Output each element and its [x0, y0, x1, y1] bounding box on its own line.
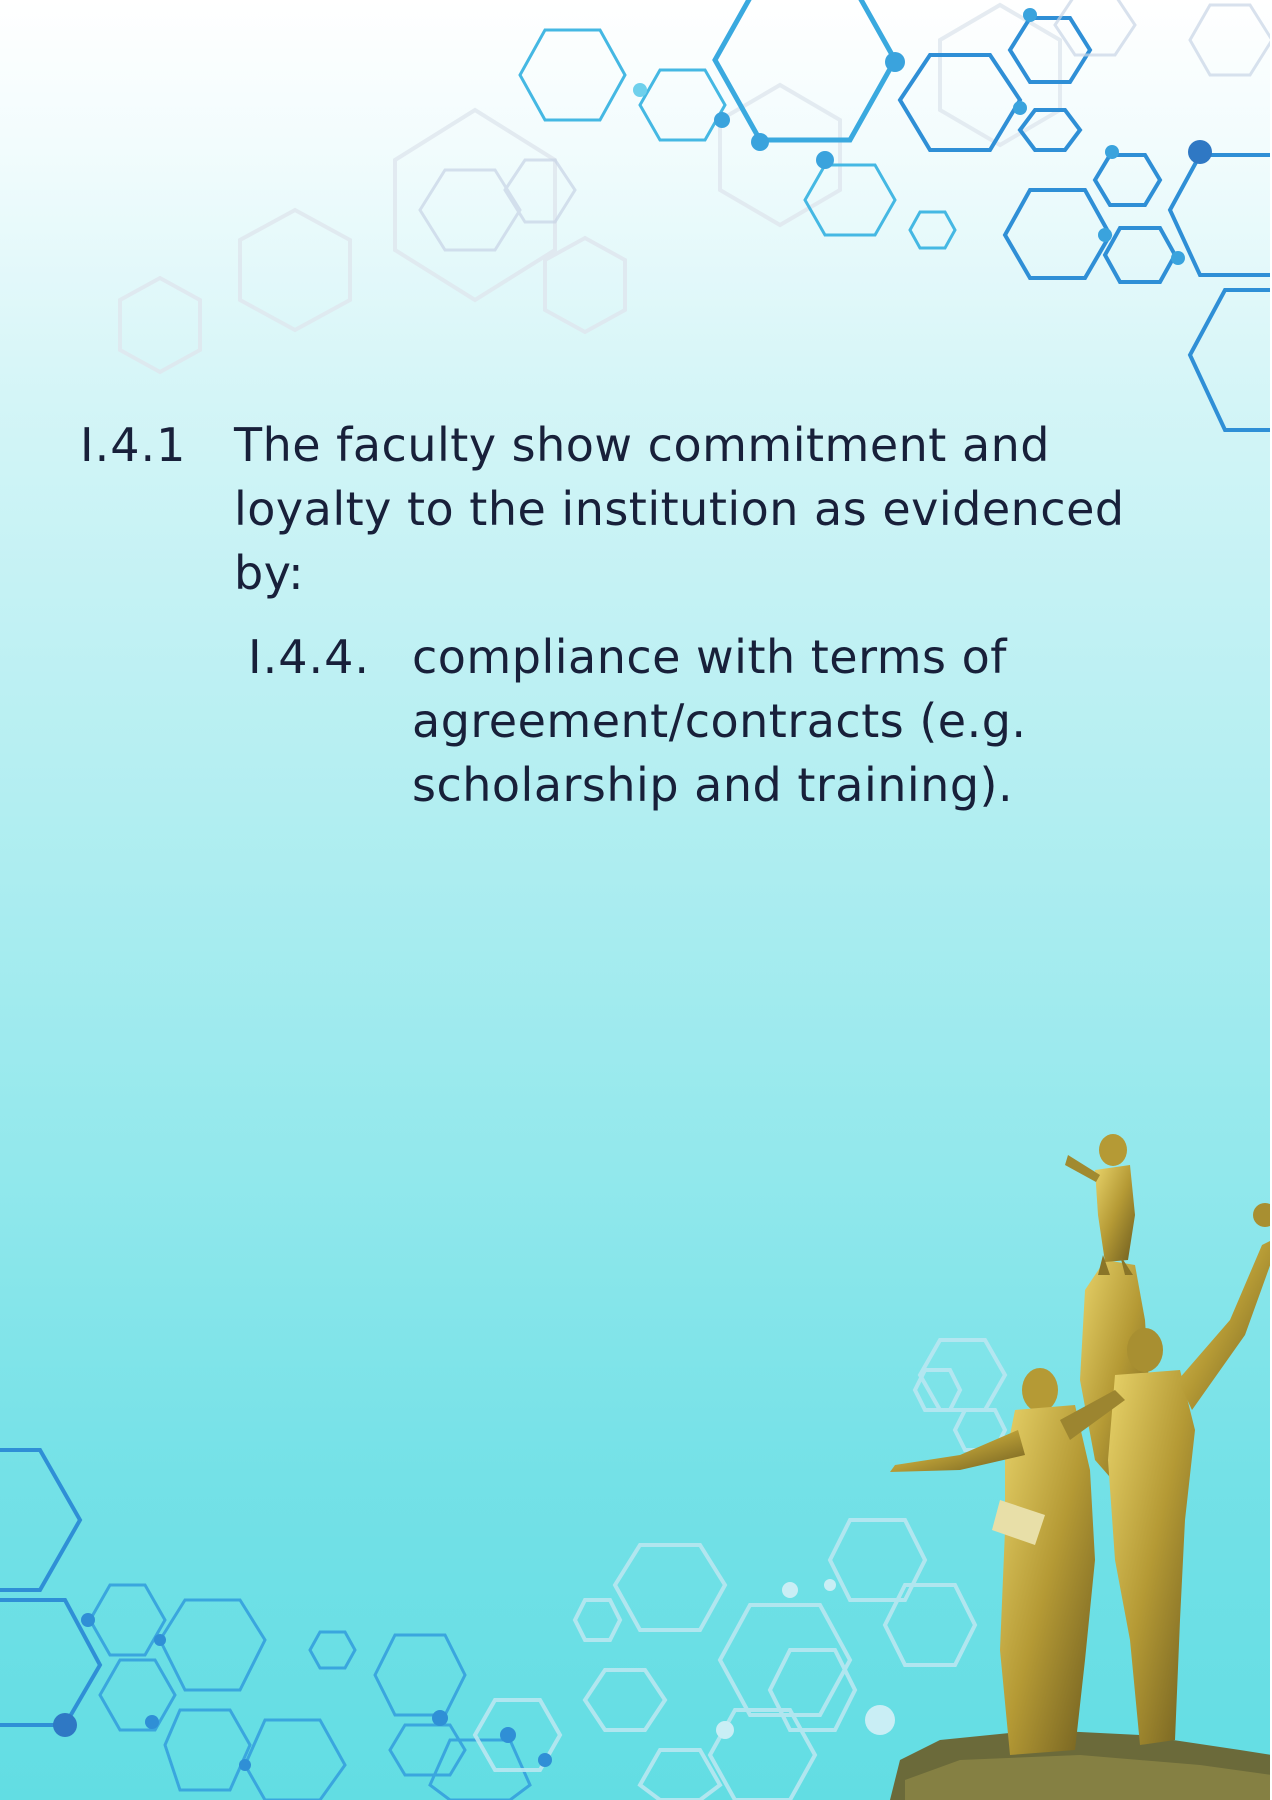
section-line: by: — [234, 546, 305, 600]
item-number: I.4.4. — [248, 630, 370, 684]
item-line: scholarship and training). — [412, 758, 1014, 812]
document-page: I.4.1 The faculty show commitment and lo… — [0, 0, 1272, 1800]
item-statement: compliance with terms of agreement/contr… — [412, 625, 1112, 817]
item-line: agreement/contracts (e.g. — [412, 694, 1027, 748]
section-line: The faculty show commitment and — [234, 418, 1051, 472]
section-line: loyalty to the institution as evidenced — [234, 482, 1125, 536]
section-number: I.4.1 — [80, 418, 187, 472]
section-statement: The faculty show commitment and loyalty … — [234, 413, 1154, 605]
item-line: compliance with terms of — [412, 630, 1007, 684]
